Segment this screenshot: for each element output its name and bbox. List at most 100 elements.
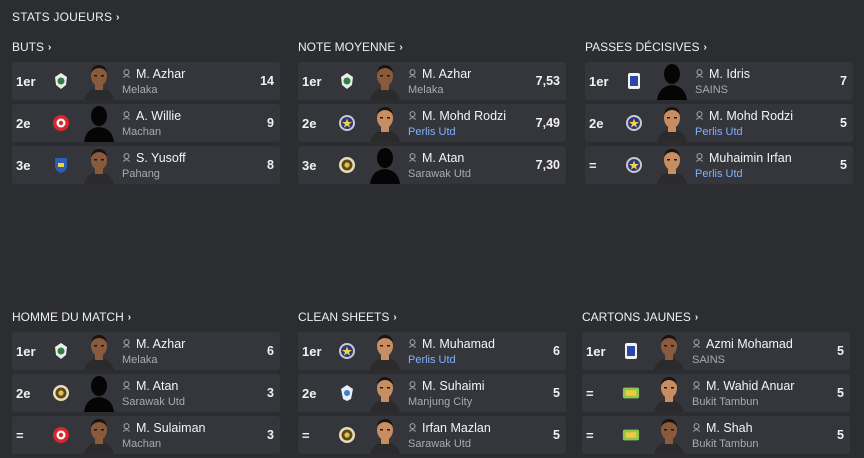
player-avatar[interactable]: [370, 146, 400, 184]
panel-title[interactable]: CARTONS JAUNES: [582, 310, 691, 324]
player-name[interactable]: M. Mohd Rodzi: [422, 109, 506, 123]
player-avatar[interactable]: [84, 104, 114, 142]
club-name[interactable]: Sarawak Utd: [408, 438, 566, 450]
list-item[interactable]: = Irfan Mazlan Sarawak Utd 5: [298, 416, 566, 454]
list-item[interactable]: 3e S. Yusoff Pahang 8: [12, 146, 280, 184]
panel-header-link[interactable]: PASSES DÉCISIVES ›: [585, 38, 853, 56]
player-avatar[interactable]: [654, 332, 684, 370]
sarawak-badge-icon[interactable]: [338, 426, 356, 444]
panel-title[interactable]: PASSES DÉCISIVES: [585, 40, 700, 54]
player-avatar[interactable]: [84, 416, 114, 454]
list-item[interactable]: = M. Shah Bukit Tambun 5: [582, 416, 850, 454]
player-avatar[interactable]: [84, 146, 114, 184]
player-avatar[interactable]: [84, 62, 114, 100]
list-item[interactable]: 2e M. Suhaimi Manjung City 5: [298, 374, 566, 412]
player-name[interactable]: M. Sulaiman: [136, 421, 205, 435]
melaka-badge-icon[interactable]: [52, 342, 70, 360]
list-item[interactable]: 1er M. Azhar Melaka 6: [12, 332, 280, 370]
player-name[interactable]: M. Atan: [136, 379, 178, 393]
list-item[interactable]: 3e M. Atan Sarawak Utd 7,30: [298, 146, 566, 184]
club-name[interactable]: Sarawak Utd: [122, 396, 280, 408]
player-avatar[interactable]: [84, 374, 114, 412]
club-name[interactable]: SAINS: [695, 84, 853, 96]
player-name[interactable]: M. Mohd Rodzi: [709, 109, 793, 123]
club-name[interactable]: Manjung City: [408, 396, 566, 408]
panel-header-link[interactable]: CLEAN SHEETS ›: [298, 308, 566, 326]
player-avatar[interactable]: [657, 146, 687, 184]
club-name[interactable]: Pahang: [122, 168, 280, 180]
player-avatar[interactable]: [370, 416, 400, 454]
club-name[interactable]: Machan: [122, 438, 280, 450]
bukit-tambun-badge-icon[interactable]: [622, 384, 640, 402]
club-name[interactable]: Perlis Utd: [695, 168, 853, 180]
player-name[interactable]: M. Azhar: [136, 67, 185, 81]
club-name[interactable]: Machan: [122, 126, 280, 138]
panel-title[interactable]: HOMME DU MATCH: [12, 310, 124, 324]
club-name[interactable]: SAINS: [692, 354, 850, 366]
player-name[interactable]: A. Willie: [136, 109, 181, 123]
sarawak-badge-icon[interactable]: [338, 156, 356, 174]
list-item[interactable]: 2e M. Atan Sarawak Utd 3: [12, 374, 280, 412]
club-name[interactable]: Melaka: [122, 354, 280, 366]
panel-header-link[interactable]: BUTS ›: [12, 38, 280, 56]
panel-title[interactable]: CLEAN SHEETS: [298, 310, 389, 324]
panel-header-link[interactable]: NOTE MOYENNE ›: [298, 38, 566, 56]
list-item[interactable]: 2e A. Willie Machan 9: [12, 104, 280, 142]
club-name[interactable]: Perlis Utd: [695, 126, 853, 138]
player-avatar[interactable]: [370, 374, 400, 412]
player-name[interactable]: Azmi Mohamad: [706, 337, 793, 351]
perlis-badge-icon[interactable]: [625, 156, 643, 174]
melaka-badge-icon[interactable]: [52, 72, 70, 90]
panel-title[interactable]: BUTS: [12, 40, 44, 54]
list-item[interactable]: 1er M. Azhar Melaka 14: [12, 62, 280, 100]
player-name[interactable]: M. Wahid Anuar: [706, 379, 794, 393]
player-avatar[interactable]: [84, 332, 114, 370]
player-avatar[interactable]: [657, 62, 687, 100]
player-name[interactable]: Irfan Mazlan: [422, 421, 491, 435]
stats-joueurs-title[interactable]: STATS JOUEURS ›: [12, 10, 120, 24]
page-title[interactable]: STATS JOUEURS: [12, 10, 112, 24]
player-name[interactable]: M. Atan: [422, 151, 464, 165]
list-item[interactable]: 2e M. Mohd Rodzi Perlis Utd 5: [585, 104, 853, 142]
player-avatar[interactable]: [370, 62, 400, 100]
list-item[interactable]: = Muhaimin Irfan Perlis Utd 5: [585, 146, 853, 184]
player-name[interactable]: M. Azhar: [136, 337, 185, 351]
club-name[interactable]: Perlis Utd: [408, 354, 566, 366]
club-name[interactable]: Melaka: [122, 84, 280, 96]
player-name[interactable]: M. Suhaimi: [422, 379, 485, 393]
manjung-badge-icon[interactable]: [338, 384, 356, 402]
player-avatar[interactable]: [654, 416, 684, 454]
player-avatar[interactable]: [654, 374, 684, 412]
player-name[interactable]: M. Muhamad: [422, 337, 495, 351]
sains-badge-icon[interactable]: [622, 342, 640, 360]
player-avatar[interactable]: [370, 104, 400, 142]
machan-badge-icon[interactable]: [52, 426, 70, 444]
panel-header-link[interactable]: CARTONS JAUNES ›: [582, 308, 850, 326]
club-name[interactable]: Bukit Tambun: [692, 438, 850, 450]
list-item[interactable]: = M. Sulaiman Machan 3: [12, 416, 280, 454]
perlis-badge-icon[interactable]: [338, 114, 356, 132]
player-name[interactable]: M. Idris: [709, 67, 750, 81]
perlis-badge-icon[interactable]: [338, 342, 356, 360]
list-item[interactable]: 1er M. Idris SAINS 7: [585, 62, 853, 100]
sarawak-badge-icon[interactable]: [52, 384, 70, 402]
player-name[interactable]: M. Azhar: [422, 67, 471, 81]
panel-header-link[interactable]: HOMME DU MATCH ›: [12, 308, 280, 326]
melaka-badge-icon[interactable]: [338, 72, 356, 90]
list-item[interactable]: 2e M. Mohd Rodzi Perlis Utd 7,49: [298, 104, 566, 142]
bukit-tambun-badge-icon[interactable]: [622, 426, 640, 444]
list-item[interactable]: = M. Wahid Anuar Bukit Tambun 5: [582, 374, 850, 412]
player-avatar[interactable]: [657, 104, 687, 142]
panel-title[interactable]: NOTE MOYENNE: [298, 40, 395, 54]
player-name[interactable]: M. Shah: [706, 421, 753, 435]
club-name[interactable]: Bukit Tambun: [692, 396, 850, 408]
machan-badge-icon[interactable]: [52, 114, 70, 132]
sains-badge-icon[interactable]: [625, 72, 643, 90]
player-name[interactable]: Muhaimin Irfan: [709, 151, 792, 165]
perlis-badge-icon[interactable]: [625, 114, 643, 132]
pahang-badge-icon[interactable]: [52, 156, 70, 174]
player-avatar[interactable]: [370, 332, 400, 370]
list-item[interactable]: 1er Azmi Mohamad SAINS 5: [582, 332, 850, 370]
list-item[interactable]: 1er M. Muhamad Perlis Utd 6: [298, 332, 566, 370]
player-name[interactable]: S. Yusoff: [136, 151, 186, 165]
